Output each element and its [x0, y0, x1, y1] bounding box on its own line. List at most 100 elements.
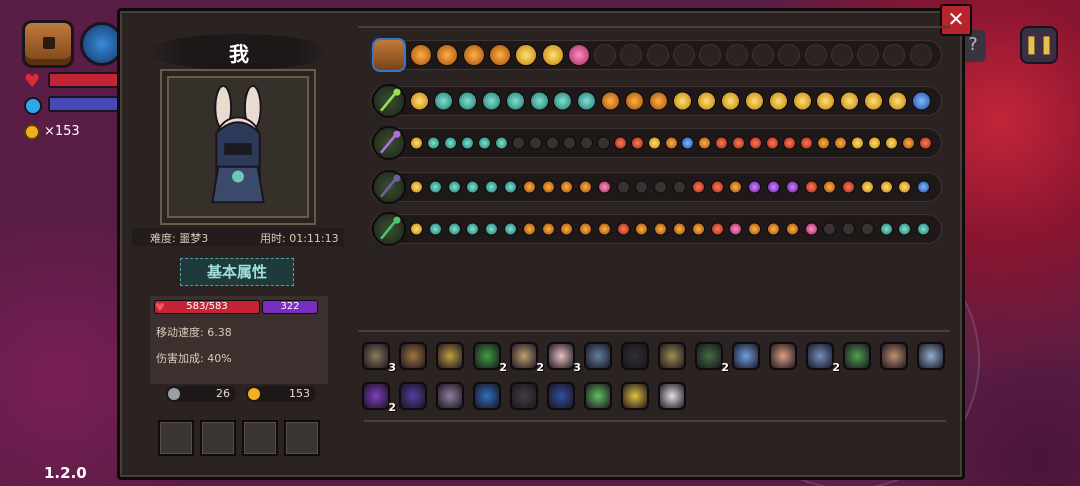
gem-icon[interactable]: [917, 180, 931, 194]
gem-icon[interactable]: [579, 180, 593, 194]
gem-icon[interactable]: [823, 222, 837, 236]
gem-icon[interactable]: [601, 91, 621, 111]
gem-icon[interactable]: [681, 136, 695, 150]
gem-icon[interactable]: [485, 222, 499, 236]
gem-icon[interactable]: [766, 180, 780, 194]
gem-icon[interactable]: [840, 91, 860, 111]
gem-icon[interactable]: [710, 180, 724, 194]
empty-slot[interactable]: [646, 44, 669, 66]
chest-icon[interactable]: [372, 38, 406, 72]
gem-icon[interactable]: [457, 91, 477, 111]
leaf-icon[interactable]: 2: [695, 342, 729, 374]
gem-icon[interactable]: [919, 136, 933, 150]
gem-icon[interactable]: [410, 44, 432, 66]
hat-icon[interactable]: 3: [362, 342, 396, 374]
pause-button[interactable]: ❚❚: [1020, 26, 1058, 64]
equipment-slot[interactable]: [200, 420, 236, 456]
bone-icon[interactable]: [436, 382, 464, 410]
gem-icon[interactable]: [864, 91, 884, 111]
gem-icon[interactable]: [664, 136, 678, 150]
gem-icon[interactable]: [553, 91, 573, 111]
gem-icon[interactable]: [691, 222, 705, 236]
emerald-staff-icon[interactable]: [372, 212, 406, 246]
gem-icon[interactable]: [443, 136, 457, 150]
gem-icon[interactable]: [410, 222, 423, 236]
gem-icon[interactable]: [860, 222, 874, 236]
empty-slot[interactable]: [620, 44, 643, 66]
gem-icon[interactable]: [494, 136, 508, 150]
gem-icon[interactable]: [528, 136, 542, 150]
gem-icon[interactable]: [503, 180, 517, 194]
gem-icon[interactable]: [834, 136, 848, 150]
gem-icon[interactable]: [616, 180, 630, 194]
amulet-icon[interactable]: 2: [806, 342, 840, 374]
sprout-icon[interactable]: [584, 382, 612, 410]
gem-icon[interactable]: [541, 222, 555, 236]
gem-icon[interactable]: [485, 180, 499, 194]
gem-icon[interactable]: [579, 222, 593, 236]
key-icon[interactable]: [917, 342, 945, 370]
gem-icon[interactable]: [673, 222, 686, 236]
empty-slot[interactable]: [594, 44, 617, 66]
gem-icon[interactable]: [466, 222, 480, 236]
bomb-icon[interactable]: [510, 382, 538, 410]
feather-icon[interactable]: 3: [547, 342, 581, 374]
gem-icon[interactable]: [792, 91, 812, 111]
crystal-icon[interactable]: [732, 342, 760, 370]
gem-icon[interactable]: [816, 91, 836, 111]
gem-icon[interactable]: [673, 91, 692, 111]
pouch-icon[interactable]: [399, 342, 427, 370]
gem-icon[interactable]: [696, 91, 716, 111]
gem-icon[interactable]: [749, 136, 763, 150]
gem-icon[interactable]: [785, 180, 799, 194]
empty-slot[interactable]: [673, 44, 695, 66]
gem-icon[interactable]: [744, 91, 764, 111]
gem-icon[interactable]: [898, 222, 912, 236]
potion-icon[interactable]: [547, 382, 575, 410]
empty-slot[interactable]: [725, 44, 748, 66]
compass-icon[interactable]: [584, 342, 612, 370]
gem-icon[interactable]: [888, 91, 908, 111]
gem-icon[interactable]: [768, 91, 788, 111]
gem-icon[interactable]: [800, 136, 814, 150]
gem-icon[interactable]: [567, 44, 590, 66]
gem-icon[interactable]: [783, 136, 797, 150]
hook-icon[interactable]: [658, 342, 686, 370]
gem-icon[interactable]: [879, 180, 893, 194]
gem-icon[interactable]: [505, 91, 525, 111]
gem-icon[interactable]: [597, 222, 611, 236]
gem-icon[interactable]: [625, 91, 645, 111]
gem-icon[interactable]: [545, 136, 559, 150]
gem-icon[interactable]: [511, 136, 525, 150]
gem-icon[interactable]: [529, 91, 549, 111]
gem-icon[interactable]: [715, 136, 729, 150]
gem-icon[interactable]: [426, 136, 440, 150]
empty-slot[interactable]: [778, 44, 801, 66]
antler-icon[interactable]: 2: [510, 342, 544, 374]
gem-icon[interactable]: [447, 222, 461, 236]
empty-slot[interactable]: [751, 44, 774, 66]
gem-icon[interactable]: [912, 91, 932, 111]
gem-icon[interactable]: [804, 180, 818, 194]
bell-icon[interactable]: [621, 382, 649, 410]
gem-icon[interactable]: [522, 222, 536, 236]
gem-icon[interactable]: [503, 222, 517, 236]
gem-icon[interactable]: [433, 91, 453, 111]
chest-icon[interactable]: [22, 20, 74, 68]
gem-icon[interactable]: [410, 180, 423, 194]
gem-icon[interactable]: [647, 136, 661, 150]
gem-icon[interactable]: [748, 180, 762, 194]
gem-icon[interactable]: [868, 136, 882, 150]
gem-icon[interactable]: [597, 180, 611, 194]
gem-icon[interactable]: [654, 222, 668, 236]
gem-frame-icon[interactable]: [436, 342, 464, 370]
gem-icon[interactable]: [460, 136, 474, 150]
empty-slot[interactable]: [830, 44, 853, 66]
gem-icon[interactable]: [729, 180, 743, 194]
gem-icon[interactable]: [630, 136, 644, 150]
gem-icon[interactable]: [522, 180, 536, 194]
empty-slot[interactable]: [804, 44, 827, 66]
gem-icon[interactable]: [635, 222, 649, 236]
green-staff-icon[interactable]: [372, 84, 406, 118]
gem-icon[interactable]: [577, 91, 597, 111]
